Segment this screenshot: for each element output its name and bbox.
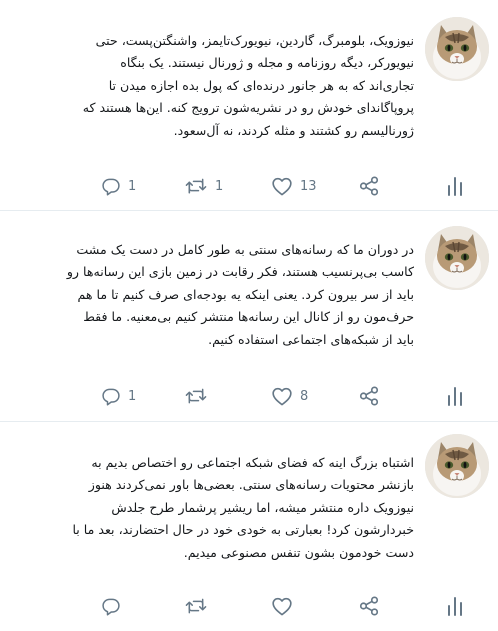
like-icon [272,597,292,616]
avatar[interactable] [425,434,489,498]
tweet-actions: 1 1 13 [0,172,498,200]
retweet-icon [185,388,207,404]
share-button[interactable] [358,592,380,620]
tweet-actions: 1 8 [0,382,498,410]
like-icon [272,387,292,406]
share-icon [359,386,379,406]
tweet-2[interactable]: در دوران ما که رسانه‌های سنتی به طور کام… [0,211,498,419]
analytics-button[interactable] [446,382,464,410]
analytics-icon [448,177,462,196]
retweet-icon [185,598,207,614]
like-count: 8 [300,388,309,404]
retweet-button[interactable]: 1 [184,172,223,200]
cat-avatar-image [425,434,489,498]
tweet-text: اشتباه بزرگ اینه که فضای شبکه اجتماعی رو… [72,455,414,560]
tweet-text: در دوران ما که رسانه‌های سنتی به طور کام… [66,242,414,347]
avatar[interactable] [425,226,489,290]
retweet-button[interactable] [184,382,215,410]
retweet-button[interactable] [184,592,215,620]
reply-button[interactable]: 1 [101,382,136,410]
reply-icon [102,388,120,406]
tweet-text: نیوزویک، بلومبرگ، گاردین، نیویورک‌تایمز،… [82,33,414,138]
analytics-icon [448,597,462,616]
analytics-button[interactable] [446,592,464,620]
like-button[interactable] [271,592,300,620]
avatar[interactable] [425,17,489,81]
analytics-button[interactable] [446,172,464,200]
reply-button[interactable]: 1 [101,172,136,200]
tweet-actions [0,592,498,620]
tweet-1[interactable]: نیوزویک، بلومبرگ، گاردین، نیویورک‌تایمز،… [0,0,498,209]
analytics-icon [448,387,462,406]
reply-count: 1 [128,178,137,194]
like-button[interactable]: 8 [271,382,308,410]
reply-button[interactable] [101,592,128,620]
share-button[interactable] [358,382,380,410]
share-icon [359,596,379,616]
cat-avatar-image [425,17,489,81]
retweet-icon [185,178,207,194]
reply-icon [102,598,120,616]
share-icon [359,176,379,196]
like-button[interactable]: 13 [271,172,317,200]
share-button[interactable] [358,172,380,200]
reply-icon [102,178,120,196]
retweet-count: 1 [215,178,224,194]
like-count: 13 [300,178,317,194]
like-icon [272,177,292,196]
reply-count: 1 [128,388,137,404]
tweet-3[interactable]: اشتباه بزرگ اینه که فضای شبکه اجتماعی رو… [0,422,498,631]
cat-avatar-image [425,226,489,290]
